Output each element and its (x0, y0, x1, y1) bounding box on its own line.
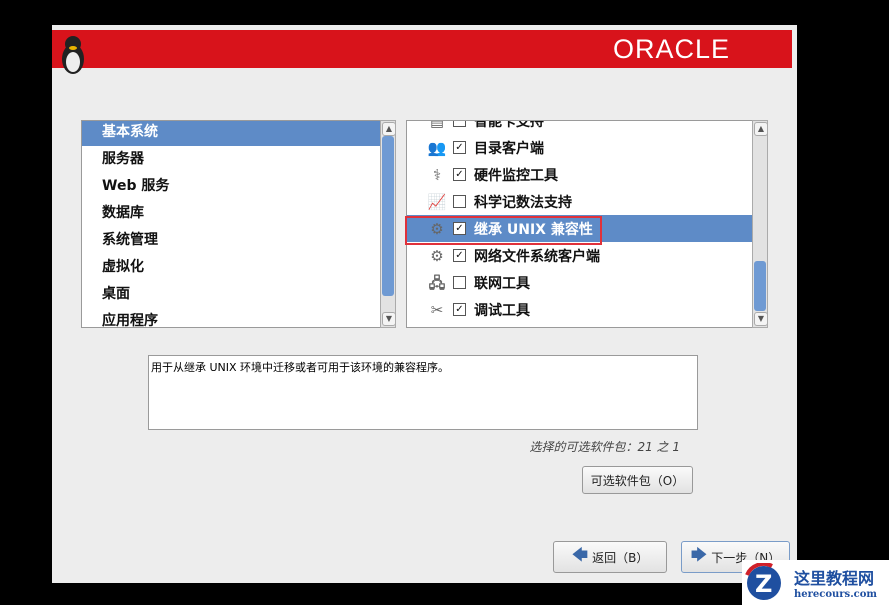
group-item[interactable]: 数据库 (82, 200, 395, 227)
package-list-scrollbar[interactable]: ▲ ▼ (752, 120, 768, 328)
scroll-thumb[interactable] (754, 261, 766, 311)
package-label: 科学记数法支持 (474, 194, 572, 211)
package-label: 联网工具 (474, 275, 530, 292)
watermark-logo-icon: Z (745, 562, 781, 600)
package-item[interactable]: ▤ 智能卡支持 (407, 120, 752, 134)
smartcard-icon: ▤ (429, 120, 445, 130)
oracle-logo: ORACLE (612, 34, 730, 64)
package-checkbox[interactable]: ✓ (453, 168, 466, 181)
watermark-title: 这里教程网 (794, 569, 875, 588)
gear-icon: ⚙ (430, 246, 444, 265)
group-item[interactable]: 系统管理 (82, 227, 395, 254)
header-bar: ORACLE (52, 30, 792, 74)
group-item[interactable]: 服务器 (82, 146, 395, 173)
package-label: 目录客户端 (474, 140, 544, 157)
group-item[interactable]: 桌面 (82, 281, 395, 308)
package-checkbox[interactable]: ✓ (453, 141, 466, 154)
package-checkbox[interactable]: ✓ (453, 303, 466, 316)
group-item[interactable]: 基本系统 (82, 121, 395, 146)
tools-icon: ✂ (430, 300, 444, 319)
package-label: 智能卡支持 (474, 120, 544, 130)
svg-text:Z: Z (755, 570, 772, 598)
package-item[interactable]: ✂ ✓ 调试工具 (407, 296, 752, 323)
network-icon: 🖧 (428, 273, 446, 292)
arrow-right-icon: 🡆 (690, 544, 708, 564)
package-checkbox[interactable]: ✓ (453, 249, 466, 262)
package-label: 硬件监控工具 (474, 167, 558, 184)
scientific-monitor-icon: 📈 (427, 192, 447, 211)
scroll-up-icon[interactable]: ▲ (382, 122, 396, 136)
group-list-scrollbar[interactable]: ▲ ▼ (380, 120, 396, 328)
watermark-url: herecours.com (794, 589, 878, 600)
tux-logo-icon (62, 36, 84, 74)
optional-packages-button[interactable]: 可选软件包（O） (582, 466, 693, 494)
group-list[interactable]: 基本系统 服务器 Web 服务 数据库 系统管理 虚拟化 桌面 应用程序 (81, 120, 396, 328)
watermark: Z 这里教程网 herecours.com (742, 560, 889, 605)
back-button[interactable]: 🡄 返回（B） (553, 541, 667, 573)
installer-window: ORACLE 基本系统 服务器 Web 服务 数据库 系统管理 虚拟化 桌面 应用程序 ▲ ▼… (52, 25, 797, 583)
scroll-down-icon[interactable]: ▼ (382, 312, 396, 326)
package-checkbox[interactable] (453, 121, 466, 127)
hardware-monitor-icon: ⚕ (432, 165, 442, 184)
description-box: 用于从继承 UNIX 环境中迁移或者可用于该环境的兼容程序。 (148, 355, 698, 430)
group-item[interactable]: 应用程序 (82, 308, 395, 327)
package-checkbox[interactable] (453, 276, 466, 289)
package-label: 调试工具 (474, 302, 530, 319)
package-item[interactable]: ⚙ ✓ 网络文件系统客户端 (407, 242, 752, 269)
group-item[interactable]: 虚拟化 (82, 254, 395, 281)
package-item[interactable]: 📈 科学记数法支持 (407, 188, 752, 215)
optional-label: 可选软件包（O） (590, 473, 685, 488)
package-item[interactable]: 🖧 联网工具 (407, 269, 752, 296)
highlight-box (405, 216, 602, 245)
package-item[interactable]: 👥 ✓ 目录客户端 (407, 134, 752, 161)
scroll-down-icon[interactable]: ▼ (754, 312, 768, 326)
package-checkbox[interactable] (453, 195, 466, 208)
scroll-up-icon[interactable]: ▲ (754, 122, 768, 136)
selected-count: 选择的可选软件包：21 之 1 (529, 440, 680, 454)
arrow-left-icon: 🡄 (571, 544, 589, 564)
back-label: 返回（B） (592, 550, 649, 565)
group-item[interactable]: Web 服务 (82, 173, 395, 200)
package-label: 网络文件系统客户端 (474, 248, 600, 265)
directory-users-icon: 👥 (427, 138, 447, 157)
scroll-thumb[interactable] (382, 136, 394, 296)
package-item[interactable]: ⚕ ✓ 硬件监控工具 (407, 161, 752, 188)
